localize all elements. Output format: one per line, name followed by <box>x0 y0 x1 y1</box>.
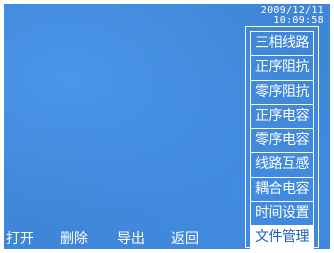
back-softkey[interactable]: 返回 <box>171 231 199 247</box>
menu-item-positive-sequence-capacitance[interactable]: 正序电容 <box>250 103 314 129</box>
export-softkey[interactable]: 导出 <box>117 231 145 247</box>
softkey-bar: 打开 删除 导出 返回 <box>4 229 330 249</box>
delete-softkey[interactable]: 删除 <box>60 231 88 247</box>
menu-item-zero-sequence-capacitance[interactable]: 零序电容 <box>250 128 314 153</box>
function-menu: 三相线路 正序阻抗 零序阻抗 正序电容 零序电容 线路互感 耦合电容 时间设置 … <box>245 26 319 249</box>
instrument-screen: 2009/12/11 10:09:58 三相线路 正序阻抗 零序阻抗 正序电容 … <box>4 4 330 249</box>
datetime-display: 2009/12/11 10:09:58 <box>244 6 324 26</box>
time-text: 10:09:58 <box>273 15 324 26</box>
menu-item-line-mutual-inductance[interactable]: 线路互感 <box>250 152 314 177</box>
menu-item-positive-sequence-impedance[interactable]: 正序阻抗 <box>250 55 314 80</box>
menu-item-time-settings[interactable]: 时间设置 <box>250 201 314 226</box>
open-softkey[interactable]: 打开 <box>6 231 34 247</box>
menu-item-three-phase-line[interactable]: 三相线路 <box>250 31 314 56</box>
menu-item-zero-sequence-impedance[interactable]: 零序阻抗 <box>250 79 314 104</box>
menu-item-coupling-capacitance[interactable]: 耦合电容 <box>250 176 314 202</box>
